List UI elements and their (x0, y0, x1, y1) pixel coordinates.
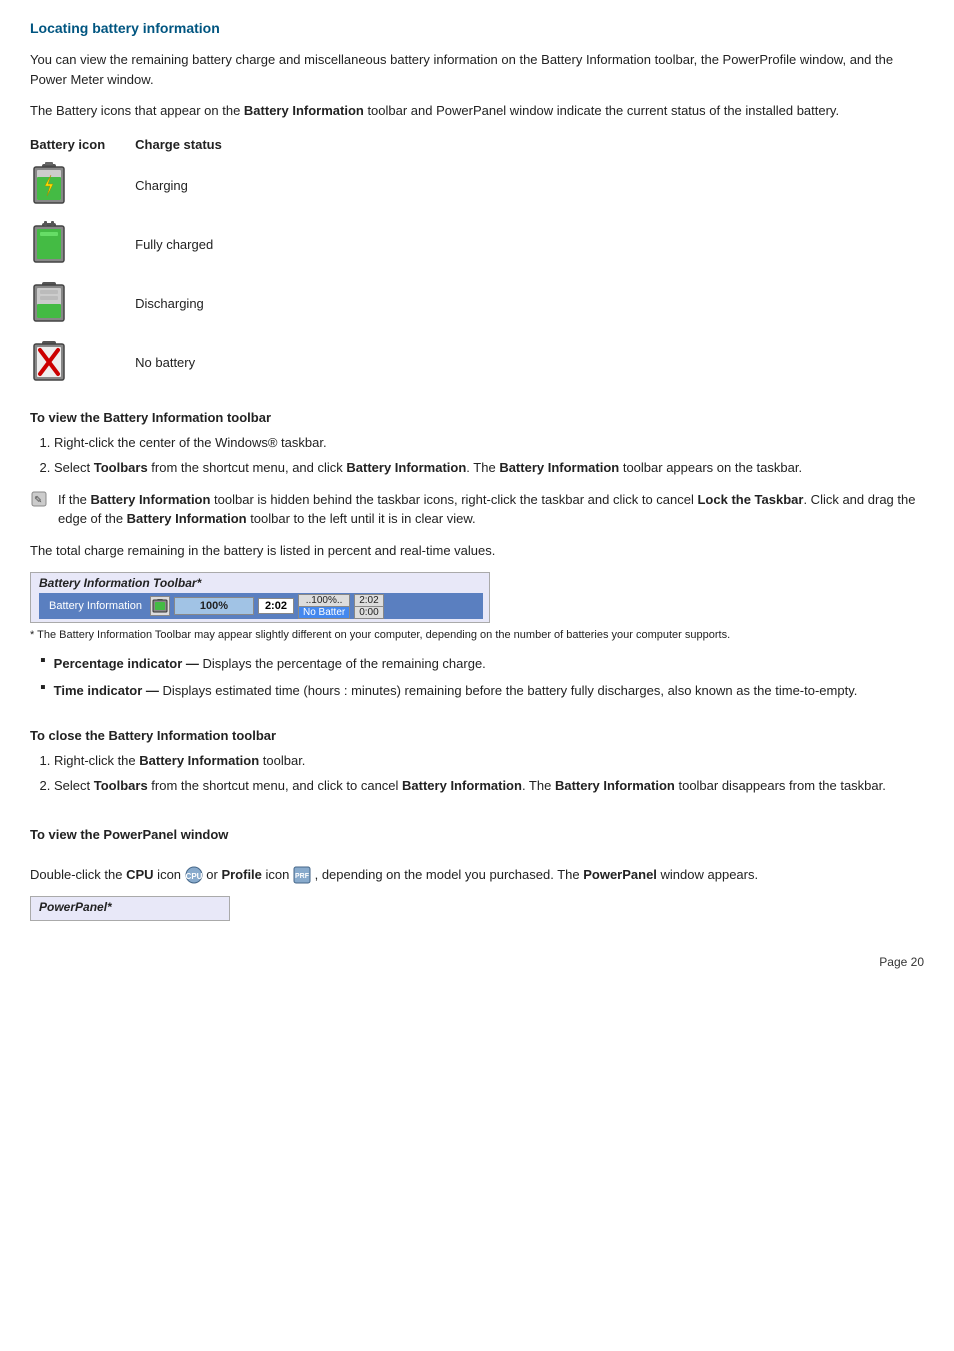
close-toolbar-steps: Right-click the Battery Information tool… (54, 751, 924, 796)
toolbar-preview-title: Battery Information Toolbar* (39, 576, 483, 590)
svg-text:CPU: CPU (185, 872, 202, 881)
powerpanel-preview-box: PowerPanel* (30, 896, 230, 921)
col-charge-status: Charge status (135, 133, 252, 156)
table-row: No battery (30, 333, 252, 392)
bullet-percentage: ▪ Percentage indicator — Displays the pe… (40, 654, 924, 674)
no-battery-icon (30, 339, 68, 383)
note-icon: ✎ (30, 488, 52, 518)
toolbar-battery-time-readings: 2:02 0:00 (354, 594, 383, 619)
bullet-mark-2: ▪ (40, 679, 46, 697)
view-toolbar-heading: To view the Battery Information toolbar (30, 410, 924, 425)
charging-icon (30, 162, 68, 206)
charge-status-fully-charged: Fully charged (135, 215, 252, 274)
bullet-mark-1: ▪ (40, 652, 46, 670)
battery-info-bold: Battery Information (244, 103, 364, 118)
intro-paragraph-2: The Battery icons that appear on the Bat… (30, 101, 924, 121)
page-title: Locating battery information (30, 20, 924, 36)
fully-charged-icon (30, 221, 68, 265)
svg-text:✎: ✎ (34, 495, 42, 506)
toolbar-percent-display: 100% (174, 597, 254, 615)
charge-status-no-battery: No battery (135, 333, 252, 392)
total-charge-text: The total charge remaining in the batter… (30, 541, 924, 561)
close-step-2: Select Toolbars from the shortcut menu, … (54, 776, 924, 796)
close-toolbar-heading: To close the Battery Information toolbar (30, 728, 924, 743)
charge-status-discharging: Discharging (135, 274, 252, 333)
battery-toolbar-preview-box: Battery Information Toolbar* Battery Inf… (30, 572, 490, 623)
table-row: Discharging (30, 274, 252, 333)
toolbar-battery-small-icon (150, 596, 170, 616)
table-row: Fully charged (30, 215, 252, 274)
toolbar-preview-label: Battery Information (45, 599, 146, 613)
toolbar-preview-content: Battery Information 100% 2:02 ..100%.. N… (39, 593, 483, 619)
toolbar-battery-readings: ..100%.. No Batter (298, 594, 350, 619)
step-2: Select Toolbars from the shortcut menu, … (54, 458, 924, 478)
profile-icon: PRF (293, 866, 311, 884)
bullet-time: ▪ Time indicator — Displays estimated ti… (40, 681, 924, 701)
view-toolbar-steps: Right-click the center of the Windows® t… (54, 433, 924, 478)
bullet-percentage-text: Percentage indicator — Displays the perc… (54, 654, 486, 674)
powerpanel-desc: Double-click the CPU icon CPU or Profile… (30, 865, 924, 885)
step-1: Right-click the center of the Windows® t… (54, 433, 924, 453)
close-step-1: Right-click the Battery Information tool… (54, 751, 924, 771)
toolbar-time-display: 2:02 (258, 598, 294, 614)
powerpanel-heading: To view the PowerPanel window (30, 827, 924, 842)
battery-status-table: Battery icon Charge status Charg (30, 133, 252, 392)
toolbar-time-bottom: 0:00 (354, 606, 383, 619)
page-number: Page 20 (30, 955, 924, 969)
note-box-1: ✎ If the Battery Information toolbar is … (30, 490, 924, 529)
cpu-icon: CPU (185, 866, 203, 884)
toolbar-batt-bottom: No Batter (298, 606, 350, 619)
note-bell-icon: ✎ (30, 488, 52, 510)
note-text-1: If the Battery Information toolbar is hi… (58, 490, 924, 529)
bullet-time-text: Time indicator — Displays estimated time… (54, 681, 858, 701)
discharging-icon (30, 280, 68, 324)
powerpanel-preview-title: PowerPanel* (39, 900, 223, 914)
charge-status-charging: Charging (135, 156, 252, 215)
svg-text:PRF: PRF (295, 873, 310, 880)
toolbar-footnote: * The Battery Information Toolbar may ap… (30, 627, 924, 644)
table-row: Charging (30, 156, 252, 215)
col-battery-icon: Battery icon (30, 133, 135, 156)
intro-paragraph-1: You can view the remaining battery charg… (30, 50, 924, 89)
